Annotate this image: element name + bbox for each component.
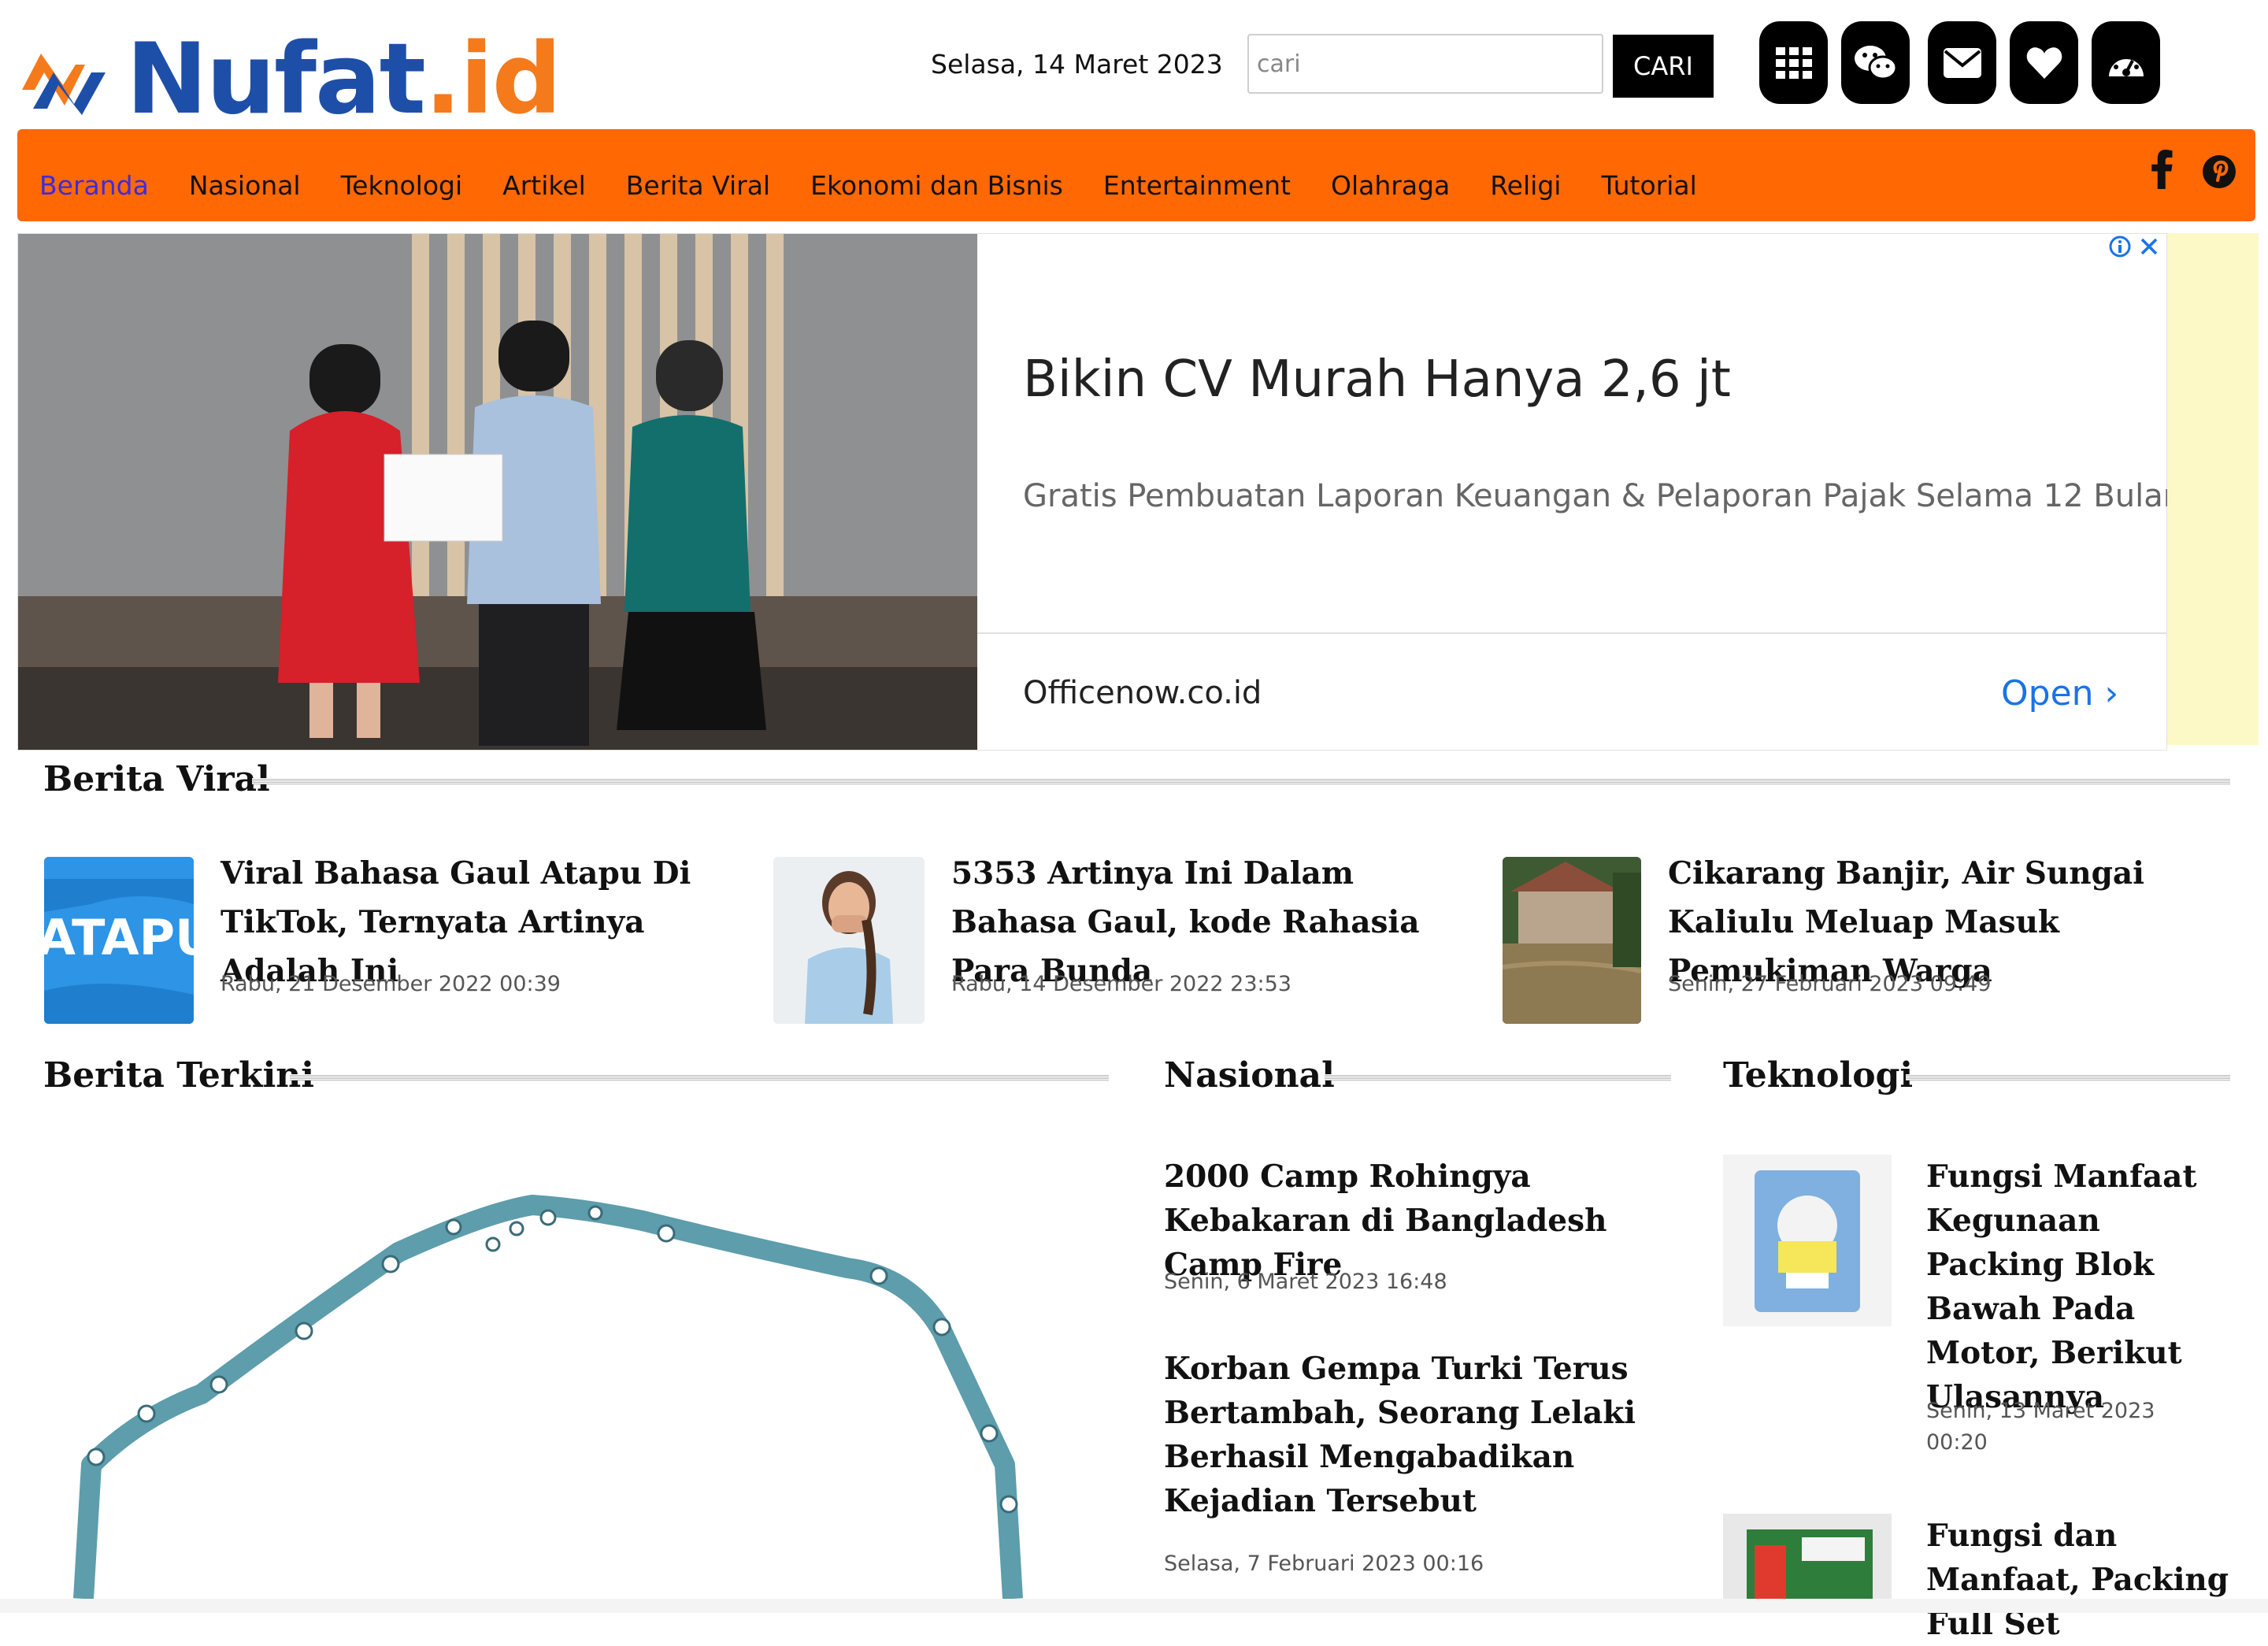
- viral-date-3: Senin, 27 Februari 2023 09:49: [1668, 972, 1992, 996]
- nasional-date-1: Senin, 6 Maret 2023 16:48: [1164, 1270, 1447, 1294]
- ad-close-icon[interactable]: [2138, 235, 2160, 258]
- ad-title[interactable]: Bikin CV Murah Hanya 2,6 jt: [1023, 350, 1731, 409]
- grid-icon: [1775, 46, 1812, 79]
- ad-description: Gratis Pembuatan Laporan Keuangan & Pela…: [1023, 478, 2184, 514]
- wechat-icon: [1854, 45, 1897, 80]
- nav-item-ekonomi-bisnis[interactable]: Ekonomi dan Bisnis: [810, 170, 1063, 201]
- viral-date-1: Rabu, 21 Desember 2022 00:39: [220, 972, 561, 996]
- ad-info-icon[interactable]: [2108, 235, 2132, 258]
- section-divider: [252, 778, 2230, 784]
- section-title-terkini: Berita Terkini: [43, 1055, 315, 1095]
- dashboard-button[interactable]: [2092, 21, 2160, 104]
- teknologi-thumb-1[interactable]: [1723, 1155, 1892, 1326]
- nav-item-berita-viral[interactable]: Berita Viral: [626, 170, 770, 201]
- email-button[interactable]: [1928, 21, 1996, 104]
- ad-side-panel: [2167, 233, 2259, 745]
- logo-mark-icon: [22, 54, 106, 115]
- teknologi-title-2[interactable]: Fungsi dan Manfaat, Packing Full Set: [1926, 1514, 2241, 1646]
- section-title-viral: Berita Viral: [43, 759, 270, 799]
- viral-thumb-3[interactable]: [1503, 857, 1641, 1024]
- section-title-nasional: Nasional: [1164, 1055, 1335, 1095]
- advertisement-banner[interactable]: Bikin CV Murah Hanya 2,6 jt Gratis Pembu…: [17, 233, 2183, 751]
- ad-open-button[interactable]: Open ›: [2001, 673, 2118, 714]
- current-date: Selasa, 14 Maret 2023: [931, 49, 1223, 80]
- nav-item-entertainment[interactable]: Entertainment: [1103, 170, 1291, 201]
- main-navigation: Beranda Nasional Teknologi Artikel Berit…: [17, 129, 2255, 221]
- nav-menu: Beranda Nasional Teknologi Artikel Berit…: [39, 170, 1737, 201]
- section-divider: [1906, 1074, 2230, 1081]
- search-input[interactable]: [1247, 34, 1603, 94]
- teknologi-date-1: Senin, 13 Maret 2023 00:20: [1926, 1399, 2155, 1455]
- ad-divider: [977, 632, 2166, 634]
- chevron-right-icon: ›: [2104, 673, 2119, 714]
- dashboard-icon: [2108, 50, 2144, 76]
- section-divider: [290, 1074, 1109, 1081]
- viral-thumb-2-art: [773, 857, 925, 1024]
- search-button[interactable]: CARI: [1613, 35, 1714, 98]
- section-title-teknologi: Teknologi: [1723, 1055, 1914, 1095]
- ad-photo: [18, 234, 977, 750]
- nasional-date-2: Selasa, 7 Februari 2023 00:16: [1164, 1551, 1484, 1576]
- nav-item-nasional[interactable]: Nasional: [189, 170, 301, 201]
- envelope-icon: [1943, 47, 1981, 78]
- teknologi-title-1[interactable]: Fungsi Manfaat Kegunaan Packing Blok Baw…: [1926, 1155, 2241, 1419]
- heart-icon: [2026, 46, 2062, 79]
- nasional-title-1[interactable]: 2000 Camp Rohingya Kebakaran di Banglade…: [1164, 1155, 1660, 1287]
- section-divider: [1325, 1074, 1671, 1081]
- nav-item-tutorial[interactable]: Tutorial: [1601, 170, 1696, 201]
- ad-open-label: Open: [2001, 673, 2094, 714]
- ad-domain: Officenow.co.id: [1023, 675, 1262, 711]
- terkini-featured-image[interactable]: [44, 1134, 1109, 1599]
- viral-thumb-3-art: [1503, 857, 1641, 1024]
- viral-thumb-1[interactable]: ATAPU: [44, 857, 194, 1024]
- teknologi-thumb-2[interactable]: [1723, 1514, 1892, 1599]
- viral-thumb-1-art: ATAPU: [44, 857, 194, 1024]
- wechat-button[interactable]: [1841, 21, 1910, 104]
- bottom-scroll-strip: [0, 1599, 2268, 1613]
- favorites-button[interactable]: [2010, 21, 2078, 104]
- nav-item-olahraga[interactable]: Olahraga: [1331, 170, 1450, 201]
- site-logo[interactable]: Nufat.id: [17, 28, 576, 131]
- nasional-title-2[interactable]: Korban Gempa Turki Terus Bertambah, Seor…: [1164, 1347, 1668, 1523]
- nav-item-teknologi[interactable]: Teknologi: [341, 170, 463, 201]
- viral-date-2: Rabu, 14 Desember 2022 23:53: [951, 972, 1292, 996]
- logo-text: Nufat.id: [126, 23, 561, 136]
- nav-item-beranda[interactable]: Beranda: [39, 170, 149, 201]
- facebook-icon[interactable]: [2151, 150, 2174, 189]
- viral-thumb-1-text: ATAPU: [44, 909, 194, 966]
- nav-item-religi[interactable]: Religi: [1490, 170, 1561, 201]
- pinterest-icon[interactable]: [2202, 154, 2236, 189]
- nav-item-artikel[interactable]: Artikel: [502, 170, 586, 201]
- apps-button[interactable]: [1759, 21, 1828, 104]
- viral-thumb-2[interactable]: [773, 857, 925, 1024]
